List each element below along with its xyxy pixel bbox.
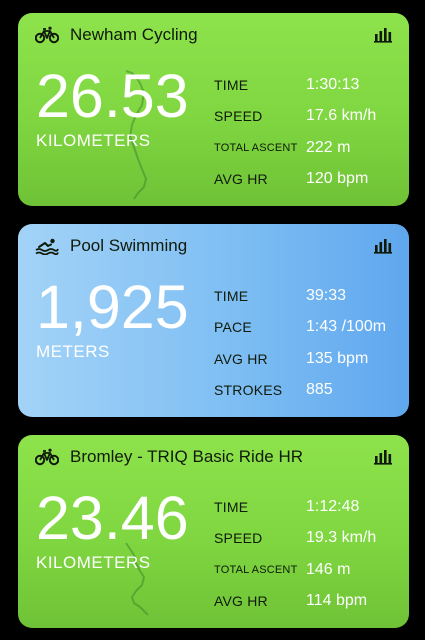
bar-chart-icon[interactable] <box>373 25 393 45</box>
distance-unit: KILOMETERS <box>36 553 151 572</box>
metric-value: 19.3 km/h <box>306 529 377 547</box>
metrics-list: TIME 1:30:13 SPEED 17.6 km/h TOTAL ASCEN… <box>214 69 404 195</box>
metric-row-pace: PACE 1:43 /100m <box>214 312 404 344</box>
metric-row-speed: SPEED 19.3 km/h <box>214 523 404 555</box>
activity-card-newham-cycling[interactable]: Newham Cycling 26.53 KILOMETERS TIME 1:3… <box>18 13 409 206</box>
bicycle-icon <box>34 24 60 46</box>
bar-chart-icon[interactable] <box>373 447 393 467</box>
card-header: Newham Cycling <box>34 22 393 48</box>
metric-row-avg-hr: AVG HR 135 bpm <box>214 343 404 375</box>
distance-value: 26.53 <box>36 62 189 130</box>
metric-label: AVG HR <box>214 593 268 610</box>
distance-value: 23.46 <box>36 484 189 552</box>
bar-chart-icon[interactable] <box>373 236 393 256</box>
activity-feed: Newham Cycling 26.53 KILOMETERS TIME 1:3… <box>0 0 425 640</box>
distance-unit: KILOMETERS <box>36 131 151 150</box>
metric-row-strokes: STROKES 885 <box>214 375 404 407</box>
activity-title: Pool Swimming <box>70 236 188 255</box>
metric-label: TIME <box>214 287 249 304</box>
activity-card-pool-swimming[interactable]: Pool Swimming 1,925 METERS TIME 39:33 PA… <box>18 224 409 417</box>
metric-value: 114 bpm <box>306 592 368 610</box>
metric-row-total-ascent: TOTAL ASCENT 146 m <box>214 554 404 586</box>
distance-unit: METERS <box>36 342 110 361</box>
metric-label: SPEED <box>214 108 263 125</box>
metric-label: AVG HR <box>214 350 268 367</box>
metric-value: 885 <box>306 381 333 399</box>
metric-row-avg-hr: AVG HR 120 bpm <box>214 164 404 196</box>
metric-row-avg-hr: AVG HR 114 bpm <box>214 586 404 618</box>
metric-row-time: TIME 1:30:13 <box>214 69 404 101</box>
swimmer-icon <box>34 235 60 257</box>
metric-label: TOTAL ASCENT <box>214 563 298 576</box>
metrics-list: TIME 1:12:48 SPEED 19.3 km/h TOTAL ASCEN… <box>214 491 404 617</box>
bicycle-icon <box>34 446 60 468</box>
metric-value: 1:43 /100m <box>306 318 387 336</box>
metric-label: STROKES <box>214 382 283 399</box>
metric-row-speed: SPEED 17.6 km/h <box>214 101 404 133</box>
metric-label: TIME <box>214 498 249 515</box>
metric-value: 17.6 km/h <box>306 107 377 125</box>
metric-label: SPEED <box>214 530 263 547</box>
metric-value: 222 m <box>306 138 351 156</box>
metrics-list: TIME 39:33 PACE 1:43 /100m AVG HR 135 bp… <box>214 280 404 406</box>
metric-value: 146 m <box>306 560 351 578</box>
activity-title: Newham Cycling <box>70 25 198 44</box>
card-header: Bromley - TRIQ Basic Ride HR <box>34 444 393 470</box>
metric-value: 135 bpm <box>306 349 369 367</box>
metric-label: AVG HR <box>214 171 268 188</box>
metric-value: 39:33 <box>306 286 347 304</box>
activity-card-bromley-ride[interactable]: Bromley - TRIQ Basic Ride HR 23.46 KILOM… <box>18 435 409 628</box>
distance-value: 1,925 <box>36 273 189 341</box>
metric-label: TIME <box>214 76 249 93</box>
metric-value: 120 bpm <box>306 170 369 188</box>
metric-row-time: TIME 1:12:48 <box>214 491 404 523</box>
metric-row-total-ascent: TOTAL ASCENT 222 m <box>214 132 404 164</box>
card-header: Pool Swimming <box>34 233 393 259</box>
activity-title: Bromley - TRIQ Basic Ride HR <box>70 447 304 466</box>
metric-row-time: TIME 39:33 <box>214 280 404 312</box>
metric-value: 1:30:13 <box>306 75 360 93</box>
metric-value: 1:12:48 <box>306 497 360 515</box>
metric-label: PACE <box>214 319 252 336</box>
metric-label: TOTAL ASCENT <box>214 141 298 154</box>
